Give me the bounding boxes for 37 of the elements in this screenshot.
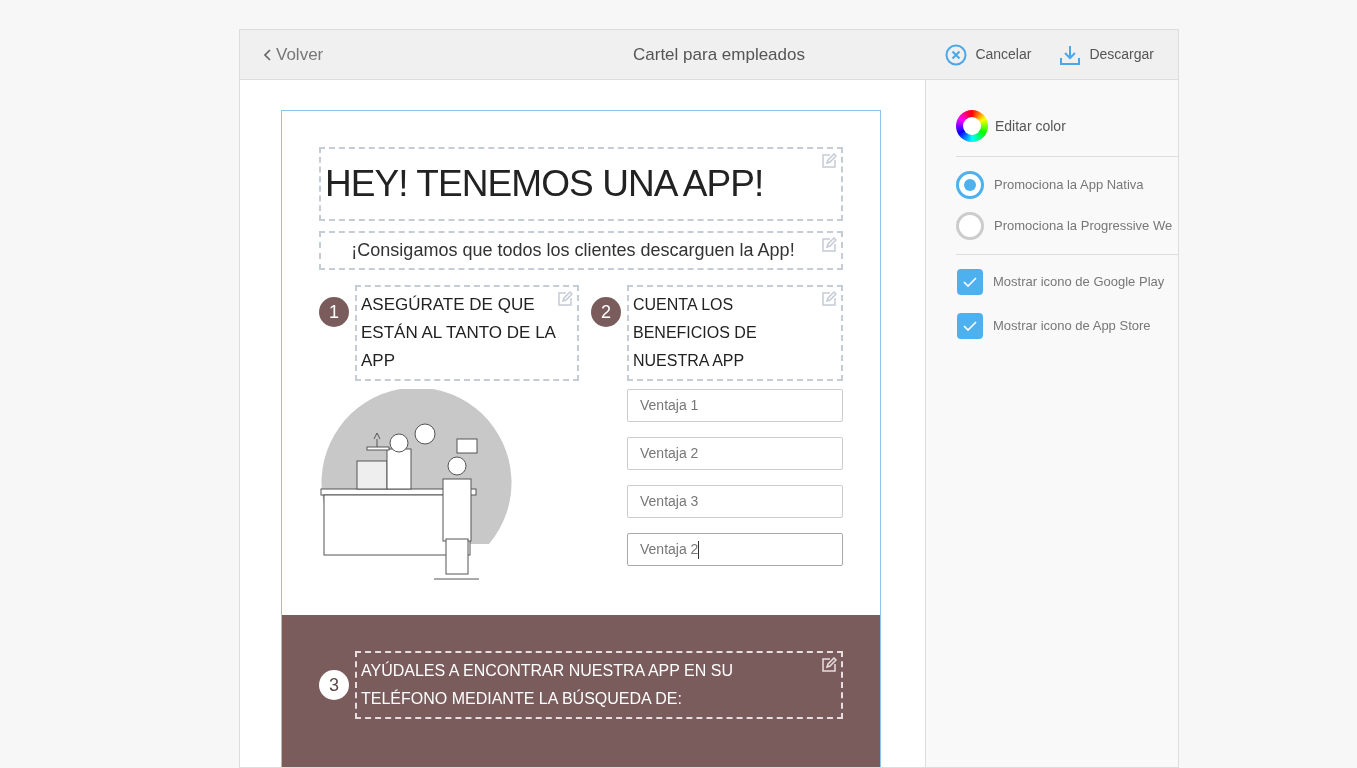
edit-color-button[interactable]: Editar color <box>956 110 1066 142</box>
benefit-field[interactable]: Ventaja 2 <box>627 533 843 566</box>
checkmark-icon <box>962 276 978 288</box>
download-icon <box>1059 43 1082 66</box>
download-button[interactable]: Descargar <box>1059 43 1154 66</box>
step-number: 2 <box>591 297 621 327</box>
chevron-left-icon <box>264 48 272 61</box>
step-heading: AYÚDALES A ENCONTRAR NUESTRA APP EN SU TELÉFONO MEDIANTE LA BÚSQUEDA DE: <box>361 660 734 709</box>
cancel-button[interactable]: Cancelar <box>945 43 1032 66</box>
poster-subtitle: ¡Consigamos que todos los clientes descarguen la App! <box>350 239 796 262</box>
radio-button[interactable] <box>956 212 984 240</box>
back-button[interactable]: Volver <box>264 41 464 68</box>
page-title: Cartel para empleados <box>632 43 806 66</box>
benefit-field[interactable]: Ventaja 3 <box>627 485 843 518</box>
heading-box[interactable]: CUENTA LOS BENEFICIOS DE NUESTRA APP <box>627 285 843 381</box>
title-box[interactable]: HEY! TENEMOS UNA APP! <box>319 147 843 221</box>
edit-icon[interactable] <box>821 657 837 673</box>
checkbox-label: Mostrar icono de App Store <box>993 317 1151 336</box>
checkbox-label: Mostrar icono de Google Play <box>993 273 1165 292</box>
checkbox[interactable] <box>957 269 983 295</box>
poster-title: HEY! TENEMOS UNA APP! <box>325 162 765 206</box>
step-number: 1 <box>319 297 349 327</box>
heading-box[interactable]: AYÚDALES A ENCONTRAR NUESTRA APP EN SU TELÉFONO MEDIANTE LA BÚSQUEDA DE: <box>355 651 843 719</box>
close-icon <box>945 43 968 66</box>
color-wheel-icon <box>956 110 988 142</box>
heading-box[interactable]: ASEGÚRATE DE QUE ESTÁN AL TANTO DE LA APP <box>355 285 579 381</box>
benefit-field[interactable]: Ventaja 1 <box>627 389 843 422</box>
option-label: Promociona la Progressive We <box>994 217 1173 236</box>
step-number: 3 <box>319 670 349 700</box>
checkbox[interactable] <box>957 313 983 339</box>
subtitle-box[interactable]: ¡Consigamos que todos los clientes descarguen la App! <box>319 231 843 270</box>
option-label: Promociona la App Nativa <box>994 176 1144 195</box>
radio-button[interactable] <box>956 171 984 199</box>
checkmark-icon <box>962 320 978 332</box>
step-heading: CUENTA LOS BENEFICIOS DE NUESTRA APP <box>633 295 758 371</box>
benefit-field[interactable]: Ventaja 2 <box>627 437 843 470</box>
step-heading: ASEGÚRATE DE QUE ESTÁN AL TANTO DE LA APP <box>361 294 557 372</box>
